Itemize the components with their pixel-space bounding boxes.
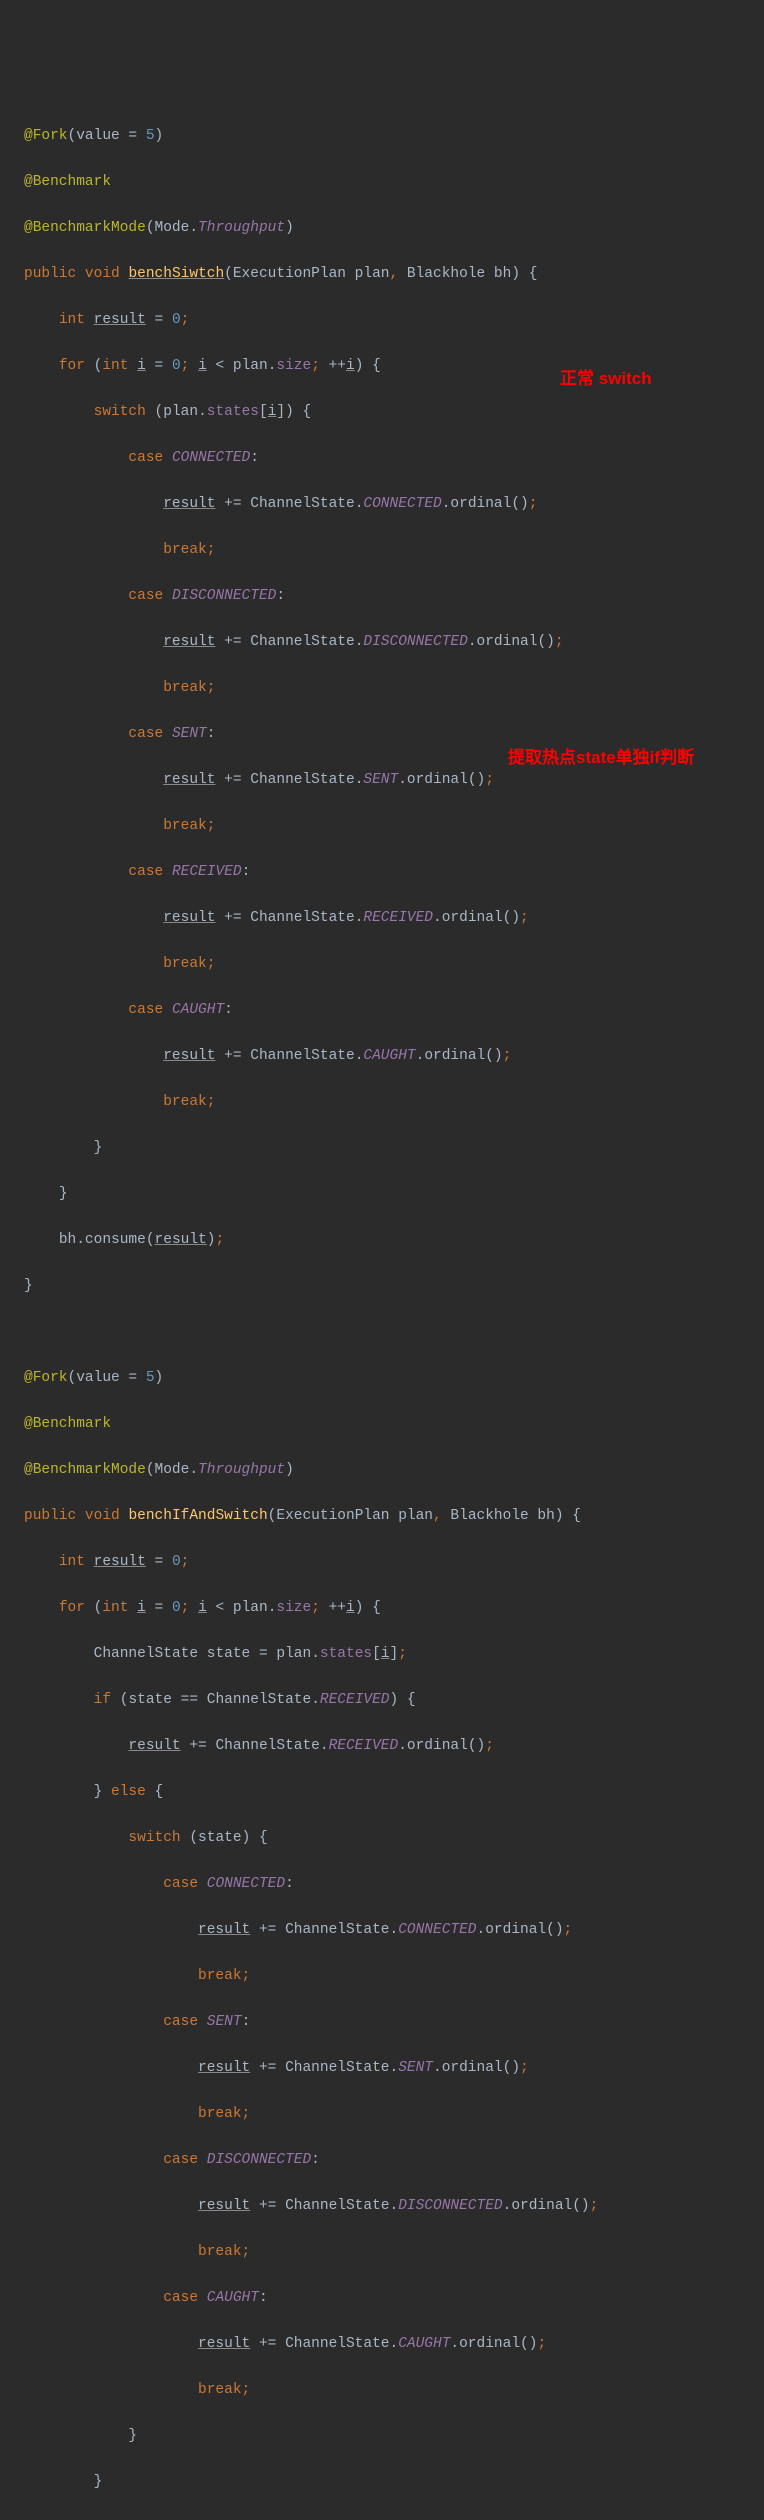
code-line: }: [24, 2471, 764, 2494]
code-line: if (state == ChannelState.RECEIVED) {: [24, 1689, 764, 1712]
code-line: [24, 1321, 764, 1344]
code-line: @Benchmark: [24, 1413, 764, 1436]
code-line: @Fork(value = 5): [24, 125, 764, 148]
code-line: break;: [24, 2379, 764, 2402]
code-line: case CONNECTED:: [24, 1873, 764, 1896]
code-line: break;: [24, 1091, 764, 1114]
code-line: case DISCONNECTED:: [24, 585, 764, 608]
code-line: }: [24, 2425, 764, 2448]
code-line: result += ChannelState.CAUGHT.ordinal();: [24, 1045, 764, 1068]
annotation: @Benchmark: [24, 1416, 111, 1432]
code-line: break;: [24, 2103, 764, 2126]
method-name: benchSiwtch: [128, 266, 224, 282]
code-line: result += ChannelState.RECEIVED.ordinal(…: [24, 1735, 764, 1758]
code-line: break;: [24, 1965, 764, 1988]
annotation-extract-hotspot: 提取热点state单独if判断: [508, 745, 738, 771]
code-line: @BenchmarkMode(Mode.Throughput): [24, 1459, 764, 1482]
code-line: int result = 0;: [24, 1551, 764, 1574]
code-line: result += ChannelState.SENT.ordinal();: [24, 2057, 764, 2080]
code-line: @Benchmark: [24, 171, 764, 194]
code-line: case RECEIVED:: [24, 861, 764, 884]
code-line: result += ChannelState.CONNECTED.ordinal…: [24, 493, 764, 516]
code-line: }: [24, 1137, 764, 1160]
code-line: @Fork(value = 5): [24, 1367, 764, 1390]
code-line: } else {: [24, 1781, 764, 1804]
annotation: @Fork: [24, 128, 68, 144]
code-line: break;: [24, 2241, 764, 2264]
code-editor: @Fork(value = 5) @Benchmark @BenchmarkMo…: [0, 102, 764, 2520]
code-line: }: [24, 1275, 764, 1298]
code-line: }: [24, 2517, 764, 2520]
code-line: case SENT:: [24, 723, 764, 746]
method-name: benchIfAndSwitch: [128, 1508, 267, 1524]
code-line: break;: [24, 815, 764, 838]
annotation: @BenchmarkMode: [24, 1462, 146, 1478]
code-line: break;: [24, 539, 764, 562]
code-line: @BenchmarkMode(Mode.Throughput): [24, 217, 764, 240]
code-line: ChannelState state = plan.states[i];: [24, 1643, 764, 1666]
code-line: public void benchIfAndSwitch(ExecutionPl…: [24, 1505, 764, 1528]
code-line: case CAUGHT:: [24, 999, 764, 1022]
code-line: int result = 0;: [24, 309, 764, 332]
code-line: result += ChannelState.CONNECTED.ordinal…: [24, 1919, 764, 1942]
annotation: @BenchmarkMode: [24, 220, 146, 236]
code-line: switch (plan.states[i]) {: [24, 401, 764, 424]
code-line: break;: [24, 953, 764, 976]
code-line: result += ChannelState.DISCONNECTED.ordi…: [24, 2195, 764, 2218]
code-line: }: [24, 1183, 764, 1206]
code-line: switch (state) {: [24, 1827, 764, 1850]
annotation: @Benchmark: [24, 174, 111, 190]
code-line: for (int i = 0; i < plan.size; ++i) {: [24, 355, 764, 378]
code-line: public void benchSiwtch(ExecutionPlan pl…: [24, 263, 764, 286]
code-line: case DISCONNECTED:: [24, 2149, 764, 2172]
code-line: for (int i = 0; i < plan.size; ++i) {: [24, 1597, 764, 1620]
code-line: case CAUGHT:: [24, 2287, 764, 2310]
annotation-normal-switch: 正常 switch: [560, 366, 652, 392]
code-line: bh.consume(result);: [24, 1229, 764, 1252]
code-line: case CONNECTED:: [24, 447, 764, 470]
code-line: result += ChannelState.SENT.ordinal();: [24, 769, 764, 792]
code-line: break;: [24, 677, 764, 700]
annotation: @Fork: [24, 1370, 68, 1386]
code-line: result += ChannelState.CAUGHT.ordinal();: [24, 2333, 764, 2356]
code-line: result += ChannelState.RECEIVED.ordinal(…: [24, 907, 764, 930]
code-line: case SENT:: [24, 2011, 764, 2034]
code-line: result += ChannelState.DISCONNECTED.ordi…: [24, 631, 764, 654]
